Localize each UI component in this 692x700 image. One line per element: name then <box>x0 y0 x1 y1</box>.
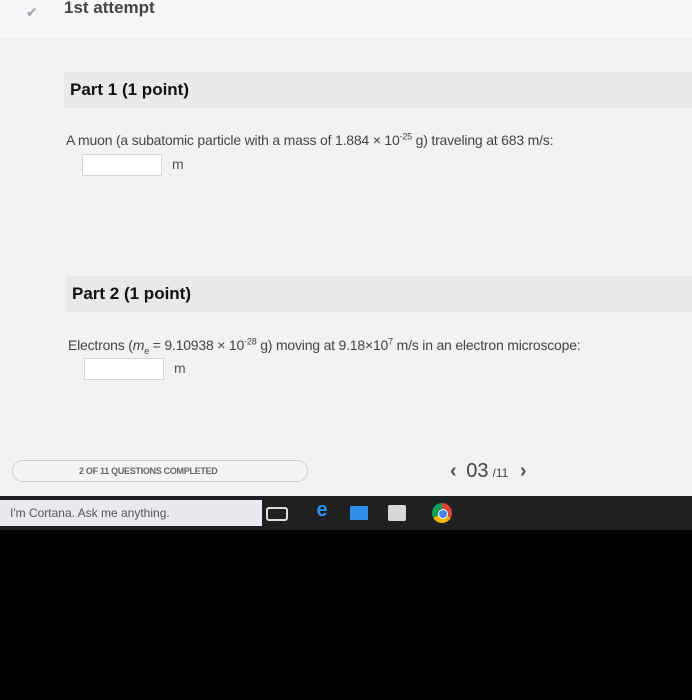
part2-mass-symbol: m <box>132 337 145 353</box>
part2-title: Part 2 (1 point) <box>72 284 192 303</box>
store-icon[interactable] <box>350 506 368 520</box>
edge-icon[interactable]: e <box>312 500 332 520</box>
chrome-icon[interactable] <box>432 503 452 523</box>
part1-exponent: -25 <box>399 131 413 142</box>
part2-question-text: Electrons ( <box>68 337 133 353</box>
question-pager: ‹ 03/11 › <box>450 460 527 483</box>
part1-unit: m <box>172 156 184 172</box>
progress-text: 2 OF 11 QUESTIONS COMPLETED <box>79 466 218 476</box>
part2-question-mass: = 9.10938 × 10 <box>149 337 245 353</box>
part1-title: Part 1 (1 point) <box>70 80 190 99</box>
part1-question-text: A muon (a subatomic particle with a mass… <box>66 132 400 148</box>
total-questions: /11 <box>492 466 509 480</box>
attempt-label: 1st attempt <box>64 0 155 17</box>
part2-exponent: -28 <box>244 336 257 347</box>
task-view-icon[interactable] <box>266 507 288 521</box>
part1-question-tail: g) traveling at 683 m/s: <box>411 132 554 148</box>
part2-unit: m <box>174 360 186 376</box>
part1-answer-input[interactable] <box>82 154 162 176</box>
next-question-button[interactable]: › <box>520 460 527 483</box>
part2-header: Part 2 (1 point) <box>66 276 692 312</box>
part2-question: Electrons (me = 9.10938 × 10-28 g) movin… <box>68 336 581 355</box>
part2-question-tail: m/s in an electron microscope: <box>392 337 581 353</box>
chevron-down-icon[interactable]: ✔ <box>26 4 38 21</box>
part1-question: A muon (a subatomic particle with a mass… <box>66 132 553 148</box>
attempt-bar: ✔ 1st attempt <box>0 0 692 38</box>
part2-answer-input[interactable] <box>84 358 164 380</box>
part1-header: Part 1 (1 point) <box>64 72 692 108</box>
part2-question-speed: g) moving at 9.18×10 <box>256 337 389 353</box>
cortana-search-box[interactable]: I'm Cortana. Ask me anything. <box>0 500 262 526</box>
calculator-icon[interactable] <box>388 505 406 521</box>
current-question-number: 03 <box>466 460 489 482</box>
progress-pill: 2 OF 11 QUESTIONS COMPLETED <box>12 460 308 482</box>
quiz-screen: ✔ 1st attempt Part 1 (1 point) A muon (a… <box>0 0 692 496</box>
prev-question-button[interactable]: ‹ <box>450 460 457 483</box>
cortana-placeholder: I'm Cortana. Ask me anything. <box>10 506 170 520</box>
